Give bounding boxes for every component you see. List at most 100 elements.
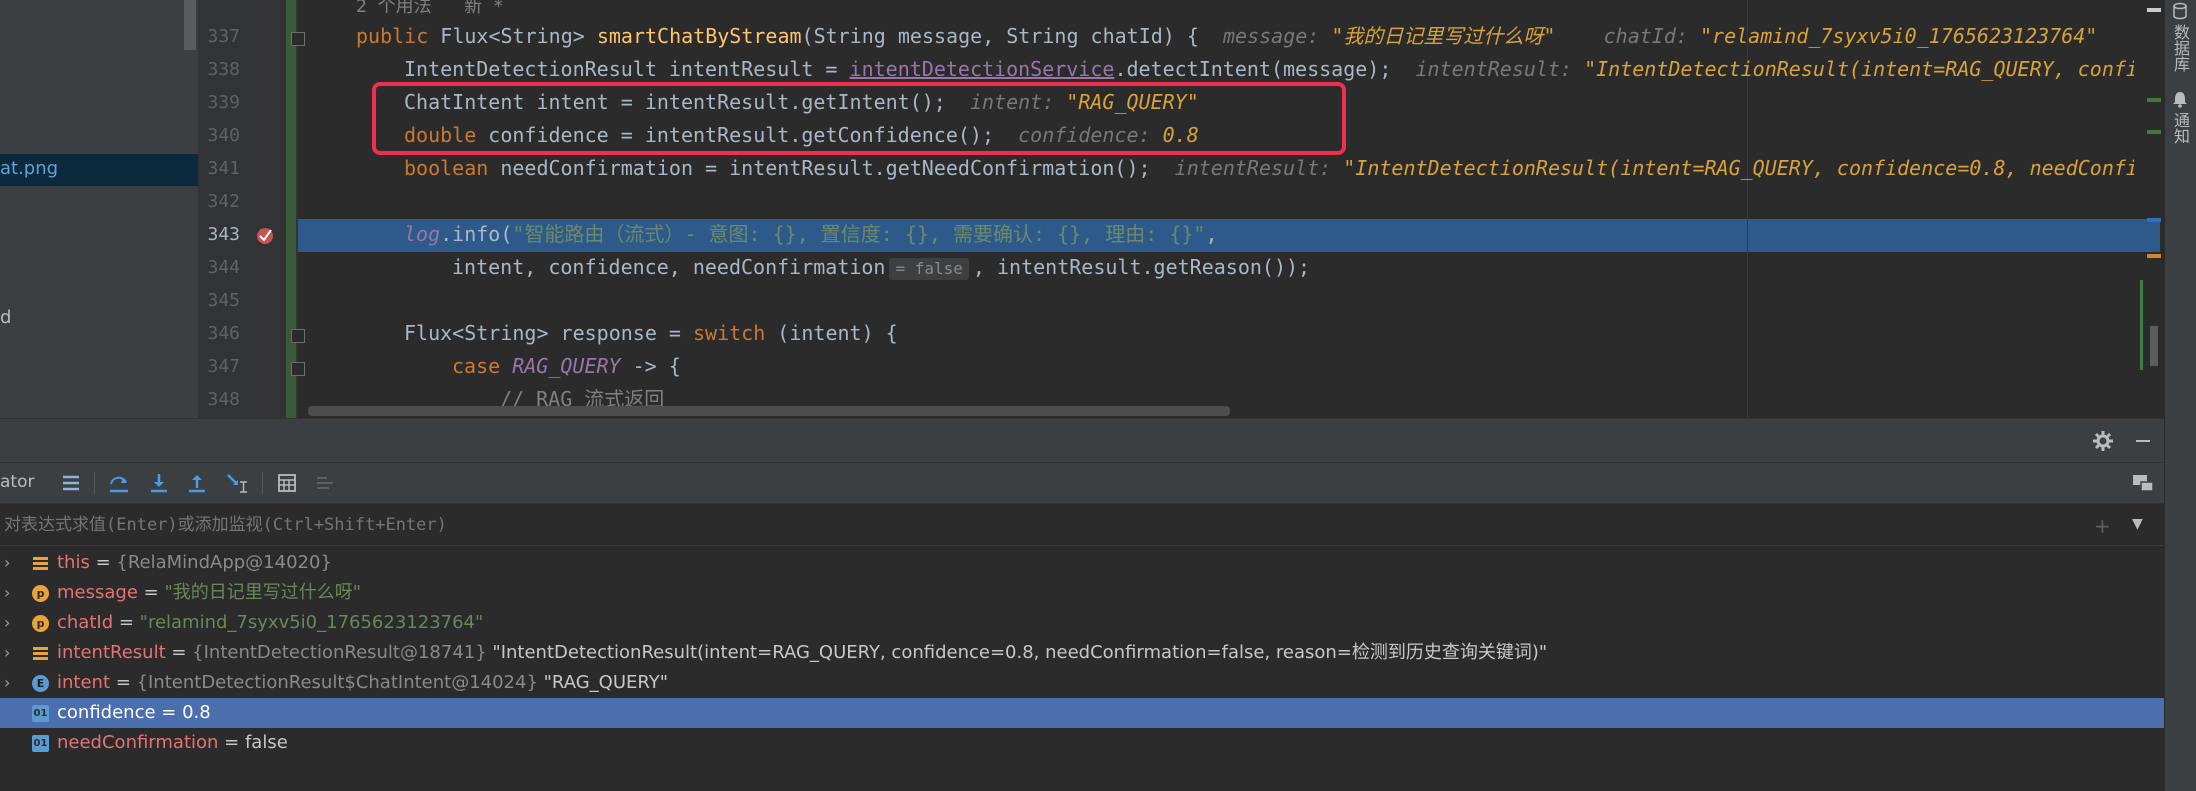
code-text: IntentDetectionResult intentResult = [404, 57, 850, 81]
variable-value: "我的日记里写过什么呀" [164, 582, 361, 603]
stripe-marker[interactable] [2147, 218, 2161, 222]
editor-vertical-scrollbar[interactable] [2150, 326, 2158, 366]
keyword: case [452, 354, 501, 378]
param-icon: p [32, 585, 49, 602]
threads-layout-icon[interactable] [58, 470, 84, 496]
line-number: 344 [207, 257, 240, 278]
project-item[interactable]: d [0, 307, 11, 328]
chevron-right-icon[interactable]: › [4, 578, 18, 608]
stripe-marker[interactable] [2147, 254, 2161, 258]
layout-settings-icon[interactable] [2130, 470, 2156, 496]
line-number: 345 [207, 290, 240, 311]
chevron-right-icon[interactable]: › [4, 548, 18, 578]
params: (String message, String chatId) { [801, 24, 1199, 48]
minimize-icon[interactable] [2130, 428, 2156, 454]
stripe-marker[interactable] [2147, 98, 2161, 102]
line-number: 342 [207, 191, 240, 212]
variable-row[interactable]: › p chatId = "relamind_7syxv5i0_17656231… [0, 608, 2164, 638]
code-text: -> { [620, 354, 681, 378]
variable-name: chatId [57, 612, 114, 633]
code-line-343: log.info("智能路由（流式）- 意图: {}, 置信度: {}, 需要确… [404, 218, 1218, 251]
primitive-icon: 01 [32, 705, 49, 722]
variable-row[interactable]: › intentResult = {IntentDetectionResult@… [0, 638, 2164, 668]
run-to-cursor-icon[interactable] [224, 470, 250, 496]
line-number: 340 [207, 125, 240, 146]
code-line-346: Flux<String> response = switch (intent) … [404, 317, 898, 350]
code-text: .detectIntent(message); [1114, 57, 1392, 81]
variable-name: message [57, 582, 138, 603]
code-line-344: intent, confidence, needConfirmation = fa… [452, 251, 1310, 284]
field-icon [33, 647, 48, 660]
evaluate-expression-icon[interactable] [274, 470, 300, 496]
equals: = [110, 672, 137, 693]
add-watch-icon[interactable]: + [2094, 514, 2111, 538]
inline-hint-name: message: [1223, 24, 1320, 48]
inline-hint-name: chatId: [1603, 24, 1688, 48]
code-text: needConfirmation = intentResult.getNeedC… [488, 156, 1151, 180]
variable-name: this [57, 552, 90, 573]
stripe-marker[interactable] [2140, 280, 2143, 370]
tab-notifications[interactable]: 通知 [2168, 112, 2192, 144]
service-ref[interactable]: intentDetectionService [850, 57, 1115, 81]
code-text: (intent) { [765, 321, 898, 345]
step-over-icon[interactable] [106, 470, 132, 496]
code-line-337: public Flux<String> smartChatByStream(St… [356, 20, 2097, 53]
gear-icon[interactable] [2090, 428, 2116, 454]
equals: = [113, 612, 140, 633]
inline-value-badge: = false [889, 258, 969, 280]
project-item[interactable]: at.png [0, 158, 58, 179]
keyword: boolean [404, 156, 489, 180]
chevron-right-icon[interactable]: › [4, 668, 18, 698]
chevron-right-icon[interactable]: › [4, 608, 18, 638]
variable-type: {RelaMindApp@14020} [116, 552, 332, 573]
trace-icon [312, 470, 338, 496]
keyword: public [356, 24, 429, 48]
line-number: 341 [207, 158, 240, 179]
variable-type: {IntentDetectionResult$ChatIntent@14024} [136, 672, 538, 693]
param-icon: p [32, 615, 49, 632]
project-scrollbar[interactable] [184, 0, 196, 50]
variable-row[interactable]: › this = {RelaMindApp@14020} [0, 548, 2164, 578]
breakpoint-icon[interactable] [254, 224, 276, 246]
inline-hint-value: "IntentDetectionResult(intent=RAG_QUERY,… [1584, 57, 2134, 81]
frames-tab-label[interactable]: ator [0, 472, 34, 492]
step-into-icon[interactable] [146, 470, 172, 496]
inline-hint-name: intentResult: [1415, 57, 1573, 81]
toolbar-divider [262, 472, 263, 494]
enum-constant: RAG_QUERY [512, 354, 621, 378]
inline-hint-value: "relamind_7syxv5i0_1765623123764" [1699, 24, 2098, 48]
tab-database[interactable]: 数据库 [2168, 24, 2192, 72]
line-number: 348 [207, 389, 240, 410]
inline-hint-name: intentResult: [1174, 156, 1332, 180]
field-icon [33, 557, 48, 570]
variable-name: intent [57, 672, 111, 693]
variable-name: confidence [57, 702, 156, 723]
chevron-down-icon[interactable]: ▼ [2132, 516, 2143, 532]
editor-horizontal-scrollbar[interactable] [308, 406, 1230, 416]
step-out-icon[interactable] [184, 470, 210, 496]
database-icon[interactable] [2171, 2, 2189, 20]
variable-row[interactable]: 01 needConfirmation = false [0, 728, 2164, 758]
variable-value: "RAG_QUERY" [537, 672, 668, 693]
line-number: 338 [207, 59, 240, 80]
variable-row[interactable]: › p message = "我的日记里写过什么呀" [0, 578, 2164, 608]
line-number: 347 [207, 356, 240, 377]
equals: = [165, 642, 193, 663]
code-area[interactable]: 2 个用法 新 * public Flux<String> smartChatB… [298, 0, 2134, 418]
stripe-marker[interactable] [2147, 130, 2161, 134]
method-name: smartChatByStream [596, 24, 802, 48]
variable-row-selected[interactable]: 01 confidence = 0.8 [0, 698, 2164, 728]
primitive-icon: 01 [32, 735, 49, 752]
keyword: switch [692, 321, 766, 345]
variable-value: false [244, 732, 288, 753]
variable-row[interactable]: › E intent = {IntentDetectionResult$Chat… [0, 668, 2164, 698]
variable-value: "relamind_7syxv5i0_1765623123764" [139, 612, 484, 633]
equals: = [155, 702, 183, 723]
type: Flux<String> [440, 24, 585, 48]
inline-hint-value: "IntentDetectionResult(intent=RAG_QUERY,… [1343, 156, 2134, 180]
notification-icon[interactable] [2171, 90, 2189, 108]
code-text: , intentResult.getReason()); [972, 255, 1311, 279]
chevron-right-icon[interactable]: › [4, 638, 18, 668]
evaluate-expression-input[interactable] [4, 510, 2084, 540]
stripe-marker[interactable] [2147, 8, 2161, 12]
